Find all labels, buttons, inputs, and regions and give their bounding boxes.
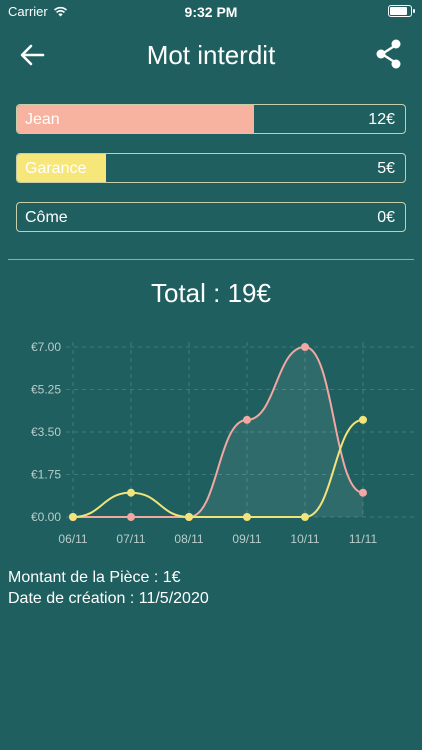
player-name: Côme <box>25 209 68 226</box>
chart-x-tick-label: 07/11 <box>116 532 145 546</box>
status-time: 9:32 PM <box>184 4 238 20</box>
chart-x-tick-label: 11/11 <box>349 532 378 546</box>
player-row-jean[interactable]: Jean 12€ <box>16 104 406 134</box>
chart-x-tick-label: 08/11 <box>174 532 203 546</box>
player-name: Jean <box>25 111 60 128</box>
total-label: Total : 19€ <box>151 278 271 308</box>
chart-data-point <box>185 513 193 521</box>
chart-y-tick-label: €0.00 <box>31 510 61 524</box>
player-amount: 5€ <box>377 160 395 177</box>
chart-y-tick-label: €1.75 <box>31 468 61 482</box>
chart-data-point <box>301 513 309 521</box>
share-icon <box>376 39 401 69</box>
battery-icon <box>388 5 415 17</box>
navigation-bar: Mot interdit <box>0 28 422 80</box>
chart-y-tick-label: €7.00 <box>31 340 61 354</box>
share-button[interactable] <box>374 38 404 70</box>
chart-data-point <box>243 415 251 424</box>
player-name: Garance <box>25 160 87 177</box>
player-amount: 0€ <box>377 209 395 226</box>
chart-x-tick-label: 10/11 <box>290 532 319 546</box>
creation-date-label: Date de création : 11/5/2020 <box>8 590 209 607</box>
status-bar: Carrier 9:32 PM <box>0 0 422 24</box>
chart-data-point <box>301 343 309 351</box>
chart-data-point <box>127 488 135 497</box>
player-list: Jean 12€ Garance 5€ Côme 0€ <box>16 104 406 251</box>
chart-x-tick-label: 06/11 <box>58 532 87 546</box>
chart-y-tick-label: €3.50 <box>31 425 61 439</box>
chart-data-point <box>243 513 251 521</box>
chart-data-point <box>127 513 135 521</box>
page-title: Mot interdit <box>146 40 276 70</box>
game-info: Montant de la Pièce : 1€ Date de créatio… <box>8 567 209 609</box>
chart-data-point <box>69 513 77 521</box>
player-row-come[interactable]: Côme 0€ <box>16 202 406 232</box>
line-chart: €0.00 €1.75 €3.50 €5.25 €7.00 06/11 07/11 08/11… <box>31 340 418 546</box>
chart-data-point <box>359 415 367 424</box>
player-row-garance[interactable]: Garance 5€ <box>16 153 406 183</box>
chart-y-tick-label: €5.25 <box>31 383 61 397</box>
battery-fill <box>390 7 407 15</box>
piece-amount-label: Montant de la Pièce : 1€ <box>8 569 181 586</box>
chart-x-tick-label: 09/11 <box>232 532 261 546</box>
player-amount: 12€ <box>368 111 395 128</box>
chart-data-point <box>359 488 367 497</box>
divider <box>8 259 414 260</box>
